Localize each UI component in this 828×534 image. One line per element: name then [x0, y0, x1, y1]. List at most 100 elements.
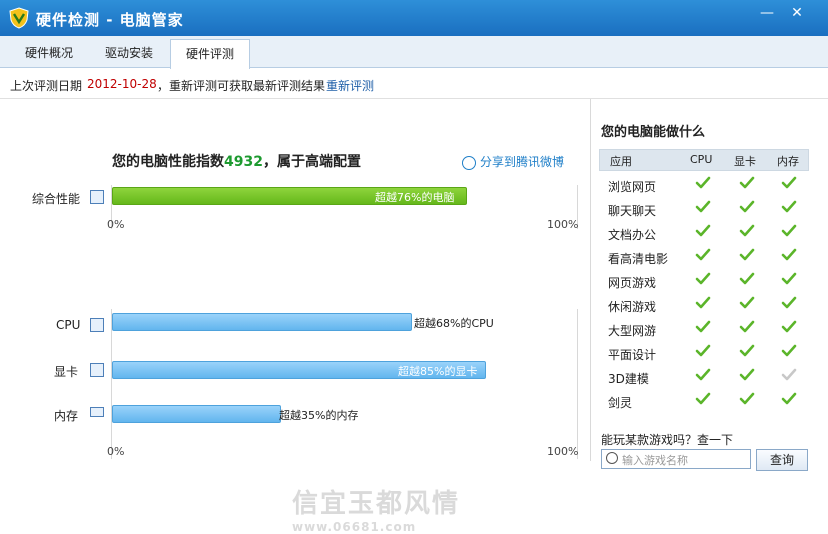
game-search-input[interactable]: 输入游戏名称	[601, 449, 751, 469]
capability-row: 浏览网页	[599, 173, 807, 197]
cpu-check-icon	[695, 248, 711, 261]
game-search-button[interactable]: 查询	[756, 449, 808, 471]
title-bar: 硬件检测 - 电脑管家 — ✕	[0, 0, 828, 36]
header-app: 应用	[610, 155, 632, 168]
overall-performance-label: 综合性能	[32, 192, 81, 206]
capabilities-table-header: 应用 CPU 显卡 内存	[599, 149, 809, 171]
capability-app-name: 浏览网页	[608, 180, 657, 194]
memory-check-icon	[781, 320, 797, 333]
benchmark-hint-text: ，重新评测可获取最新评测结果	[157, 79, 326, 93]
cpu-bar-label: 超越68%的CPU	[414, 317, 494, 330]
components-axis-min: 0%	[107, 445, 125, 458]
window-title: 硬件检测 - 电脑管家	[36, 11, 184, 29]
gpu-check-icon	[739, 296, 755, 309]
gpu-check-icon	[739, 344, 755, 357]
header-cpu: CPU	[690, 153, 713, 166]
watermark: 信宜玉都风情 www.06681.com	[292, 483, 460, 534]
memory-check-icon	[781, 296, 797, 309]
capability-app-name: 剑灵	[608, 396, 633, 410]
cpu-check-icon	[695, 368, 711, 381]
cpu-bar	[112, 313, 412, 331]
tab-hardware-benchmark[interactable]: 硬件评测	[170, 39, 250, 69]
close-button[interactable]: ✕	[786, 4, 808, 22]
performance-headline: 您的电脑性能指数4932，属于高端配置	[112, 151, 361, 171]
shield-logo-icon	[9, 7, 29, 29]
memory-check-icon	[781, 200, 797, 213]
capabilities-panel: 您的电脑能做什么 应用 CPU 显卡 内存 浏览网页聊天聊天文档办公看高清电影网…	[590, 99, 828, 471]
gpu-check-icon	[739, 272, 755, 285]
benchmark-info-bar: 上次评测日期 2012-10-28 ，重新评测可获取最新评测结果 重新评测	[0, 68, 828, 99]
search-icon	[606, 452, 618, 464]
memory-bar-label: 超越35%的内存	[279, 409, 359, 422]
headline-suffix: ，属于高端配置	[262, 154, 361, 170]
capability-row: 网页游戏	[599, 269, 807, 293]
capability-row: 聊天聊天	[599, 197, 807, 221]
performance-score: 4932	[224, 154, 263, 170]
cpu-check-icon	[695, 320, 711, 333]
cpu-check-icon	[695, 200, 711, 213]
gpu-check-icon	[739, 224, 755, 237]
tab-bar: 硬件概况 驱动安装 硬件评测	[0, 36, 828, 69]
memory-label: 内存	[54, 409, 79, 423]
components-axis-line-left	[111, 309, 112, 459]
capability-row: 大型网游	[599, 317, 807, 341]
last-benchmark-date: 2012-10-28	[87, 77, 157, 91]
share-icon	[462, 155, 476, 170]
overall-axis-min: 0%	[107, 218, 125, 231]
capability-app-name: 平面设计	[608, 348, 657, 362]
capability-app-name: 网页游戏	[608, 276, 657, 290]
tab-hardware-overview[interactable]: 硬件概况	[8, 39, 90, 67]
rerun-benchmark-link[interactable]: 重新评测	[326, 77, 374, 94]
memory-check-icon	[781, 392, 797, 405]
share-weibo-button[interactable]: 分享到腾讯微博	[462, 153, 564, 170]
minimize-button[interactable]: —	[756, 4, 778, 22]
capability-app-name: 看高清电影	[608, 252, 669, 266]
share-label: 分享到腾讯微博	[480, 155, 565, 169]
watermark-main: 信宜玉都风情	[292, 489, 461, 519]
components-axis-line-right	[577, 309, 578, 459]
capability-row: 平面设计	[599, 341, 807, 365]
memory-check-icon	[781, 176, 797, 189]
gpu-label: 显卡	[54, 365, 79, 379]
cpu-check-icon	[695, 176, 711, 189]
cpu-check-icon	[695, 392, 711, 405]
tab-driver-install[interactable]: 驱动安装	[92, 39, 166, 67]
components-axis-max: 100%	[547, 445, 579, 458]
cpu-label: CPU	[56, 318, 81, 332]
header-gpu: 显卡	[734, 155, 756, 168]
watermark-sub: www.06681.com	[292, 520, 417, 534]
capability-row: 3D建模	[599, 365, 807, 389]
capability-app-name: 休闲游戏	[608, 300, 657, 314]
capability-row: 看高清电影	[599, 245, 807, 269]
capability-app-name: 文档办公	[608, 228, 657, 242]
memory-check-icon	[781, 248, 797, 261]
memory-icon	[90, 407, 104, 417]
memory-check-icon	[781, 272, 797, 285]
cpu-check-icon	[695, 224, 711, 237]
capabilities-title: 您的电脑能做什么	[601, 125, 706, 140]
gpu-check-icon	[739, 248, 755, 261]
capability-app-name: 聊天聊天	[608, 204, 657, 218]
capability-row: 剑灵	[599, 389, 807, 413]
benchmark-panel: 您的电脑性能指数4932，属于高端配置 分享到腾讯微博 综合性能 超越76%的电…	[0, 99, 589, 534]
memory-check-icon	[781, 344, 797, 357]
cpu-check-icon	[695, 296, 711, 309]
gpu-check-icon	[739, 200, 755, 213]
memory-bar	[112, 405, 281, 423]
game-search-placeholder: 输入游戏名称	[622, 454, 688, 467]
gpu-check-icon	[739, 176, 755, 189]
overall-bar-label: 超越76%的电脑	[375, 191, 455, 204]
memory-check-icon	[781, 368, 797, 381]
memory-check-icon	[781, 224, 797, 237]
gpu-check-icon	[739, 392, 755, 405]
clipboard-icon	[90, 190, 104, 204]
cpu-check-icon	[695, 344, 711, 357]
last-benchmark-label: 上次评测日期	[10, 79, 83, 93]
gpu-check-icon	[739, 320, 755, 333]
capability-app-name: 3D建模	[608, 372, 649, 386]
gpu-bar-label: 超越85%的显卡	[398, 365, 478, 378]
overall-axis-max: 100%	[547, 218, 579, 231]
gpu-icon	[90, 363, 104, 377]
headline-prefix: 您的电脑性能指数	[112, 154, 224, 170]
capability-row: 文档办公	[599, 221, 807, 245]
